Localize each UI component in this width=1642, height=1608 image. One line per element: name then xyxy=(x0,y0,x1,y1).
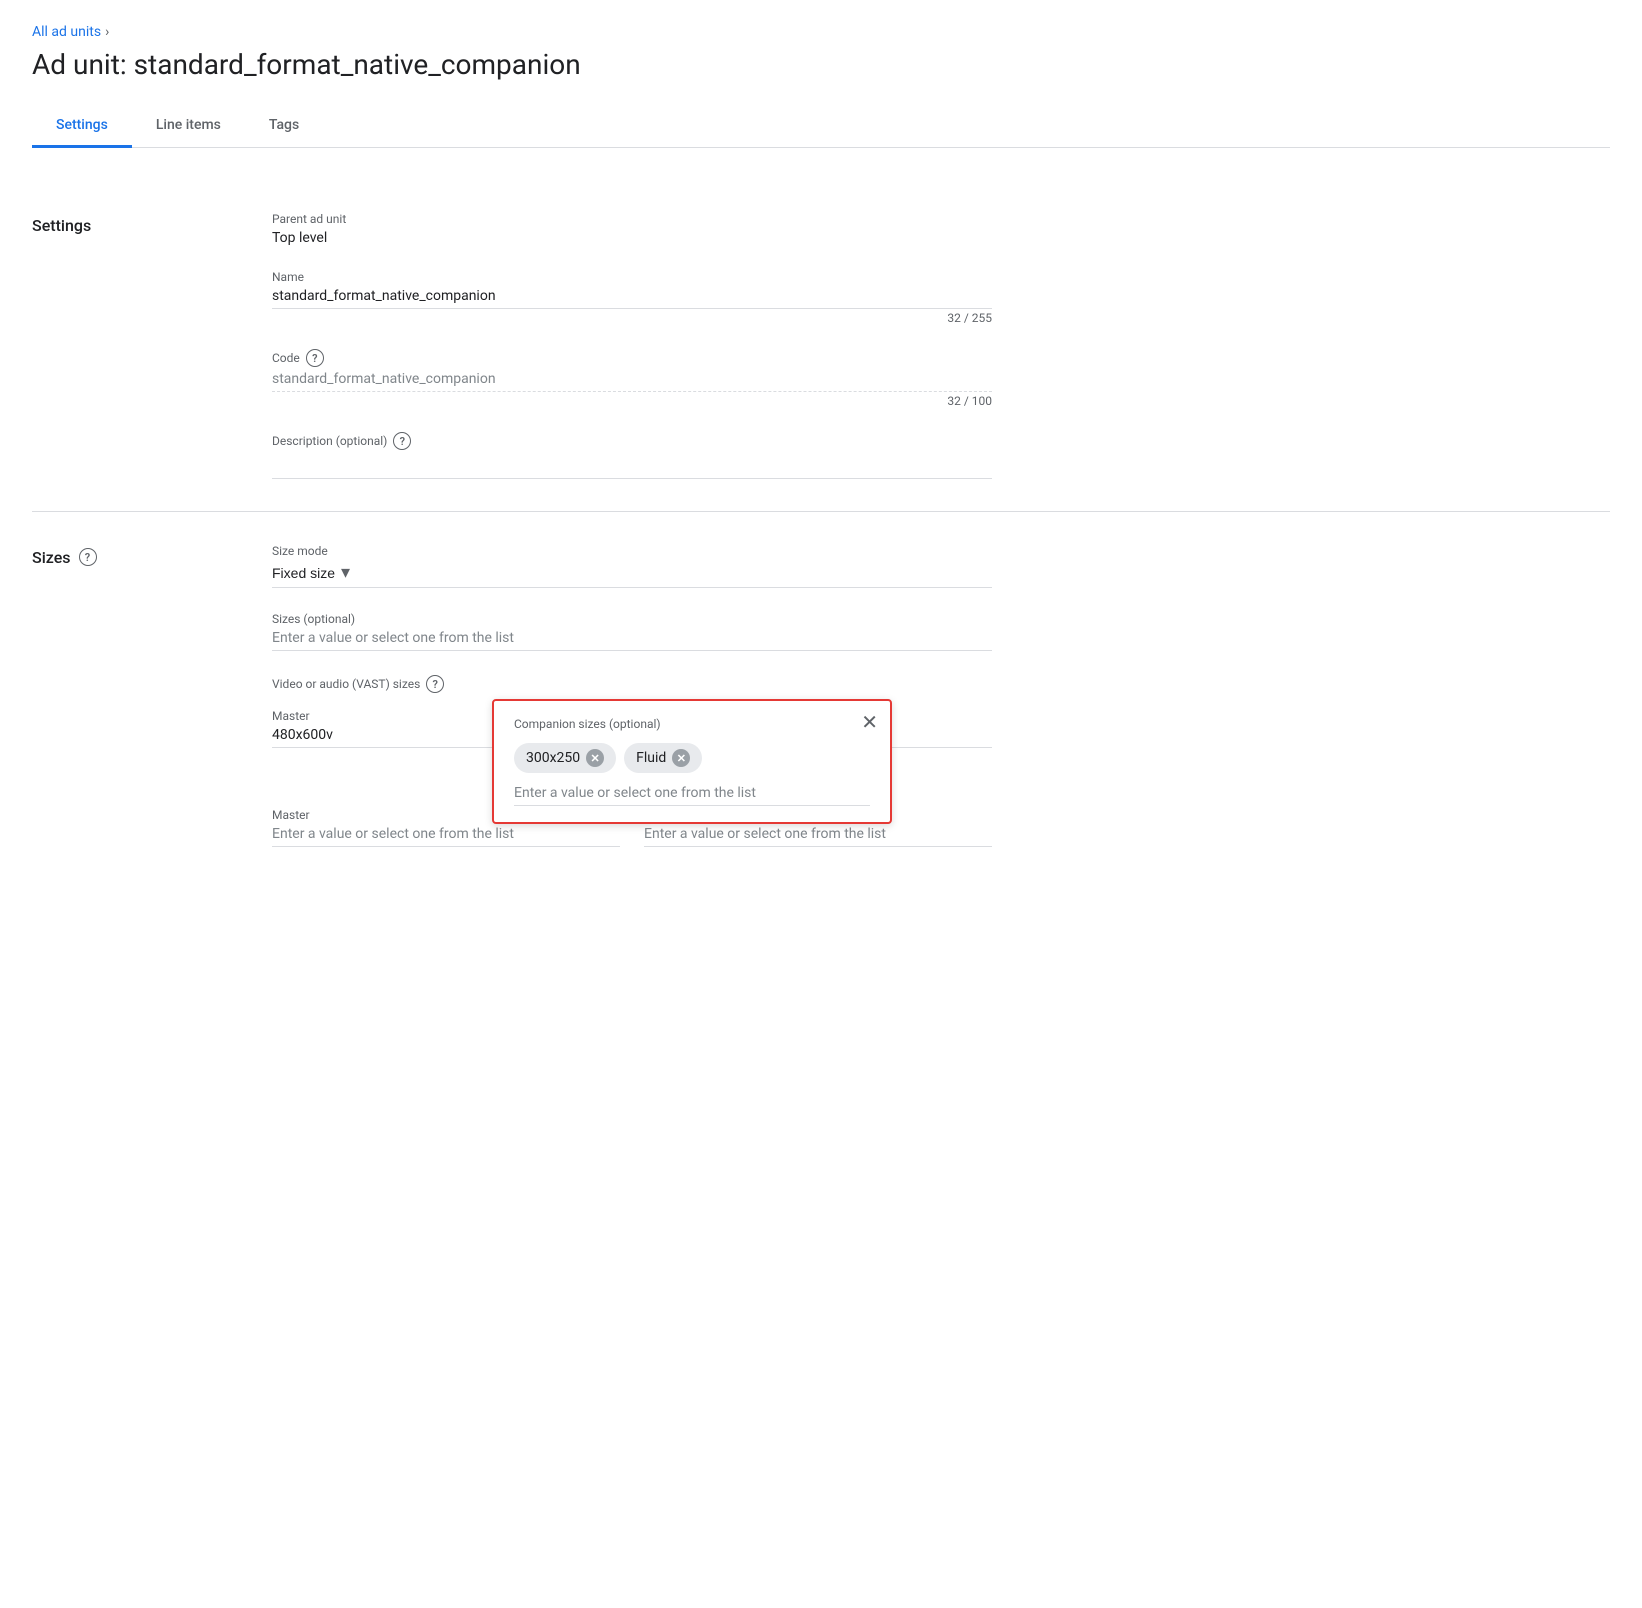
companion-input-row: Enter a value or select one from the lis… xyxy=(514,785,870,806)
settings-label-text: Settings xyxy=(32,216,91,235)
name-input-row: standard_format_native_companion xyxy=(272,288,992,309)
companion-tag-300x250-close[interactable]: ✕ xyxy=(586,749,604,767)
sizes-label-text: Sizes xyxy=(32,548,71,567)
breadcrumb: All ad units › xyxy=(32,24,1610,40)
tab-tags[interactable]: Tags xyxy=(245,105,323,148)
breadcrumb-chevron: › xyxy=(105,24,109,40)
tab-settings[interactable]: Settings xyxy=(32,105,132,148)
name-counter: 32 / 255 xyxy=(272,311,992,325)
page-title: Ad unit: standard_format_native_companio… xyxy=(32,48,1610,81)
companion-popup: Companion sizes (optional) 300x250 ✕ Flu… xyxy=(492,699,892,824)
companion-tag-300x250-value: 300x250 xyxy=(526,750,580,766)
code-label-row: Code ? xyxy=(272,349,992,367)
size-mode-dropdown-row: Fixed size ▾ xyxy=(272,562,992,588)
size-mode-dropdown[interactable]: Fixed size ▾ xyxy=(272,562,350,583)
sizes-optional-input-row: Enter a value or select one from the lis… xyxy=(272,630,992,651)
sizes-optional-field: Sizes (optional) Enter a value or select… xyxy=(272,612,992,651)
companion-popup-close-button[interactable]: ✕ xyxy=(861,713,878,733)
vast-row2-companion-placeholder[interactable]: Enter a value or select one from the lis… xyxy=(644,826,992,847)
size-mode-value: Fixed size xyxy=(272,565,335,581)
description-field: Description (optional) ? xyxy=(272,432,992,479)
description-label-text: Description (optional) xyxy=(272,434,387,448)
vast-label-text: Video or audio (VAST) sizes xyxy=(272,677,420,691)
companion-input-placeholder[interactable]: Enter a value or select one from the lis… xyxy=(514,785,756,801)
sizes-section-label: Sizes ? xyxy=(32,544,272,867)
description-help-icon[interactable]: ? xyxy=(393,432,411,450)
parent-ad-unit-label: Parent ad unit xyxy=(272,212,992,226)
size-mode-label: Size mode xyxy=(272,544,992,558)
companion-tag-fluid-value: Fluid xyxy=(636,750,666,766)
code-placeholder[interactable]: standard_format_native_companion xyxy=(272,371,992,387)
sizes-section-content: Size mode Fixed size ▾ Sizes (optional) … xyxy=(272,544,992,867)
companion-tag-300x250: 300x250 ✕ xyxy=(514,743,616,773)
code-field: Code ? standard_format_native_companion … xyxy=(272,349,992,408)
name-value[interactable]: standard_format_native_companion xyxy=(272,288,992,304)
name-field: Name standard_format_native_companion 32… xyxy=(272,270,992,325)
tab-line-items[interactable]: Line items xyxy=(132,105,245,148)
parent-ad-unit-value: Top level xyxy=(272,230,992,246)
parent-ad-unit-field: Parent ad unit Top level xyxy=(272,212,992,246)
sizes-section: Sizes ? Size mode Fixed size ▾ Sizes (op… xyxy=(32,512,1610,899)
companion-tags-row: 300x250 ✕ Fluid ✕ xyxy=(514,743,870,773)
code-label-text: Code xyxy=(272,351,300,365)
vast-row-1: Master 480x600v Companion sizes (optiona… xyxy=(272,709,992,748)
companion-tag-fluid-close[interactable]: ✕ xyxy=(672,749,690,767)
tabs-bar: Settings Line items Tags xyxy=(32,105,1610,148)
code-counter: 32 / 100 xyxy=(272,394,992,408)
description-label-row: Description (optional) ? xyxy=(272,432,992,450)
size-mode-arrow-icon: ▾ xyxy=(341,562,350,583)
code-input-row: standard_format_native_companion xyxy=(272,371,992,392)
settings-section-content: Parent ad unit Top level Name standard_f… xyxy=(272,212,992,479)
breadcrumb-link[interactable]: All ad units xyxy=(32,24,101,40)
vast-row2-master-placeholder[interactable]: Enter a value or select one from the lis… xyxy=(272,826,620,847)
settings-section: Settings Parent ad unit Top level Name s… xyxy=(32,180,1610,512)
vast-help-icon[interactable]: ? xyxy=(426,675,444,693)
sizes-help-icon[interactable]: ? xyxy=(79,548,97,566)
settings-section-label: Settings xyxy=(32,212,272,479)
companion-tag-fluid: Fluid ✕ xyxy=(624,743,702,773)
vast-section-label-row: Video or audio (VAST) sizes ? xyxy=(272,675,992,693)
size-mode-field: Size mode Fixed size ▾ xyxy=(272,544,992,588)
sizes-optional-placeholder[interactable]: Enter a value or select one from the lis… xyxy=(272,630,514,646)
sizes-optional-label: Sizes (optional) xyxy=(272,612,992,626)
companion-popup-title: Companion sizes (optional) xyxy=(514,717,870,731)
name-label: Name xyxy=(272,270,992,284)
code-help-icon[interactable]: ? xyxy=(306,349,324,367)
